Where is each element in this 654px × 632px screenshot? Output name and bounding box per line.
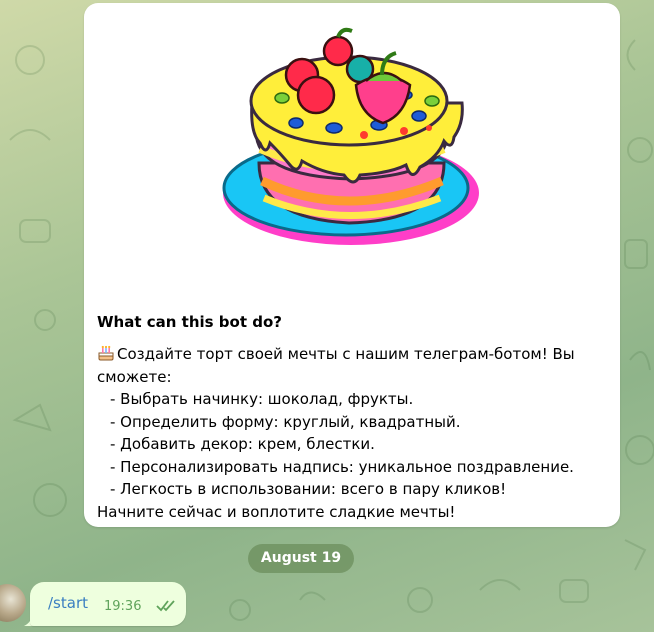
bot-info-card: What can this bot do? Создайте торт свое… — [84, 3, 620, 527]
description-line: Создайте торт своей мечты с нашим телегр… — [97, 343, 607, 366]
description-bullet: - Выбрать начинку: шоколад, фрукты. — [110, 390, 414, 408]
description-bullet: - Добавить декор: крем, блестки. — [110, 435, 375, 453]
date-separator[interactable]: August 19 — [248, 544, 354, 573]
cake-illustration — [222, 27, 479, 245]
description-bullet: - Легкость в использовании: всего в пару… — [110, 480, 507, 498]
double-check-icon — [156, 600, 175, 612]
description-bullet: - Определить форму: круглый, квадратный. — [110, 412, 461, 431]
description-line: Начните сейчас и воплотите сладкие мечты… — [97, 502, 456, 521]
birthday-cake-emoji — [98, 345, 114, 361]
outgoing-message[interactable]: /start 19:36 — [30, 582, 186, 626]
bot-card-title: What can this bot do? — [97, 313, 282, 331]
description-bullet: - Персонализировать надпись: уникальное … — [110, 457, 574, 476]
description-line: сможете: — [97, 367, 172, 386]
description-text: Создайте торт своей мечты с нашим телегр… — [117, 345, 575, 363]
bot-description: Создайте торт своей мечты с нашим телегр… — [97, 343, 607, 523]
message-text-command[interactable]: /start — [48, 594, 88, 612]
message-time: 19:36 — [104, 599, 142, 614]
